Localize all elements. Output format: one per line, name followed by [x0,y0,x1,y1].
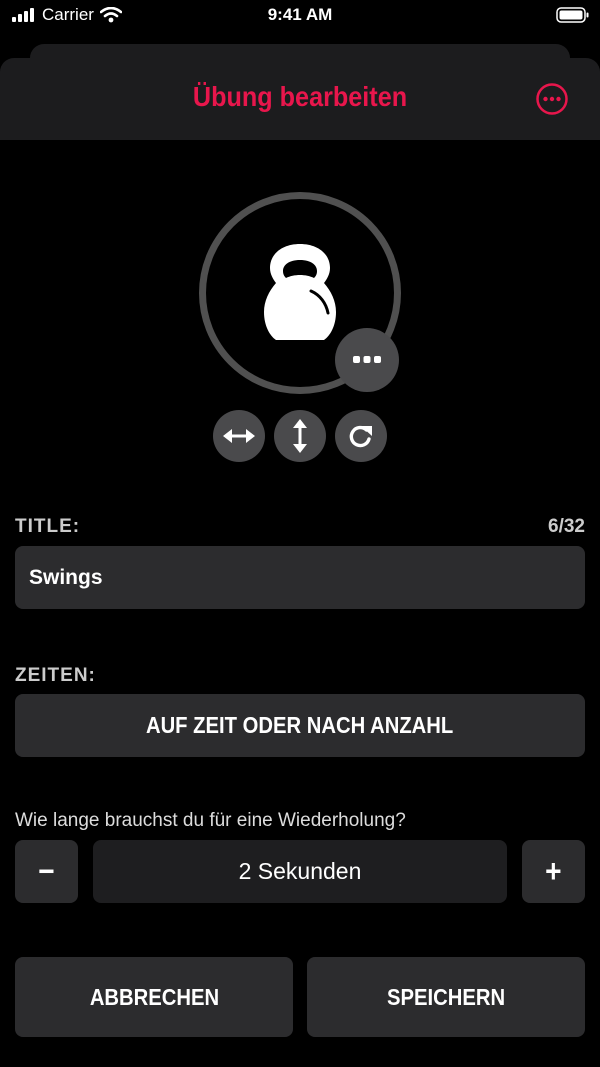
nav-header: Übung bearbeiten [0,58,600,140]
vertical-arrows-icon [293,419,307,453]
status-time: 9:41 AM [267,5,333,24]
ellipsis-icon [353,356,381,363]
horizontal-arrows-icon [223,429,255,443]
rotate-icon [349,425,372,448]
rotate-button[interactable] [335,410,387,462]
save-label: SPEICHERN [386,983,506,1010]
plus-icon: + [545,853,562,889]
kettlebell-icon [264,244,336,340]
page-title: Übung bearbeiten [192,81,408,112]
title-counter: 6/32 [548,516,585,537]
save-button[interactable]: SPEICHERN [307,957,585,1037]
cancel-button[interactable]: ABBRECHEN [15,957,293,1037]
times-label: ZEITEN: [15,665,96,686]
increment-button[interactable]: + [522,840,585,903]
title-label: TITLE: [15,516,81,537]
flip-vertical-button[interactable] [274,410,326,462]
time-mode-label: AUF ZEIT ODER NACH ANZAHL [146,712,454,738]
title-input[interactable] [15,546,585,609]
edit-icon-button[interactable] [335,328,399,392]
more-options-icon[interactable] [535,82,569,116]
time-mode-button[interactable]: AUF ZEIT ODER NACH ANZAHL [15,694,585,757]
decrement-button[interactable]: − [15,840,78,903]
minus-icon: − [38,853,55,889]
repetition-duration: 2 Sekunden [93,840,507,903]
repetition-question: Wie lange brauchst du für eine Wiederhol… [15,810,406,831]
flip-horizontal-button[interactable] [213,410,265,462]
battery-icon [556,7,589,23]
title-field[interactable] [15,546,585,609]
cancel-label: ABBRECHEN [89,983,219,1010]
status-bar: Carrier 9:41 AM [0,0,600,32]
